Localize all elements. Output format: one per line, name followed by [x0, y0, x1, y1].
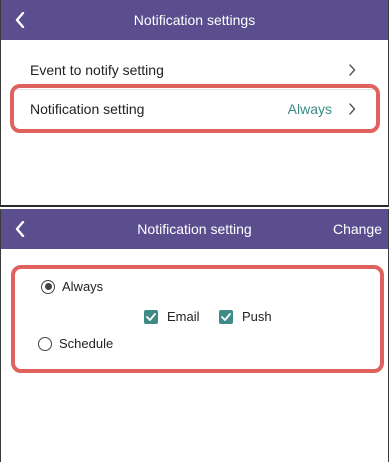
- back-button[interactable]: [9, 5, 31, 35]
- chevron-left-icon: [15, 12, 25, 28]
- chevron-right-icon: [348, 63, 358, 77]
- push-label: Push: [242, 309, 272, 324]
- always-label: Always: [62, 279, 104, 294]
- notification-setting-row[interactable]: Notification setting Always: [1, 89, 388, 129]
- email-label: Email: [167, 309, 200, 324]
- page-title: Notification settings: [133, 12, 256, 28]
- schedule-radio[interactable]: Schedule: [38, 336, 113, 351]
- chevron-left-icon: [15, 221, 25, 237]
- header-bar: Notification setting Change: [1, 209, 388, 249]
- notification-setting-screen: Notification setting Change Always Email…: [0, 209, 389, 462]
- schedule-label: Schedule: [59, 336, 114, 351]
- radio-selected-icon: [41, 279, 55, 294]
- event-to-notify-label: Event to notify setting: [30, 62, 164, 78]
- notification-settings-screen: Notification settings Event to notify se…: [0, 0, 389, 207]
- page-title: Notification setting: [137, 221, 252, 237]
- checkbox-checked-icon: [144, 309, 158, 324]
- always-radio[interactable]: Always: [41, 279, 103, 294]
- event-to-notify-row[interactable]: Event to notify setting: [1, 50, 388, 90]
- email-checkbox[interactable]: Email: [144, 309, 200, 324]
- push-checkbox[interactable]: Push: [219, 309, 272, 324]
- checkbox-checked-icon: [219, 309, 233, 324]
- notification-setting-label: Notification setting: [30, 101, 145, 117]
- header-bar: Notification settings: [1, 0, 388, 40]
- notification-setting-value: Always: [287, 101, 332, 117]
- chevron-right-icon: [348, 102, 358, 116]
- back-button[interactable]: [9, 214, 31, 244]
- radio-unselected-icon: [38, 336, 52, 351]
- change-button[interactable]: Change: [333, 209, 382, 249]
